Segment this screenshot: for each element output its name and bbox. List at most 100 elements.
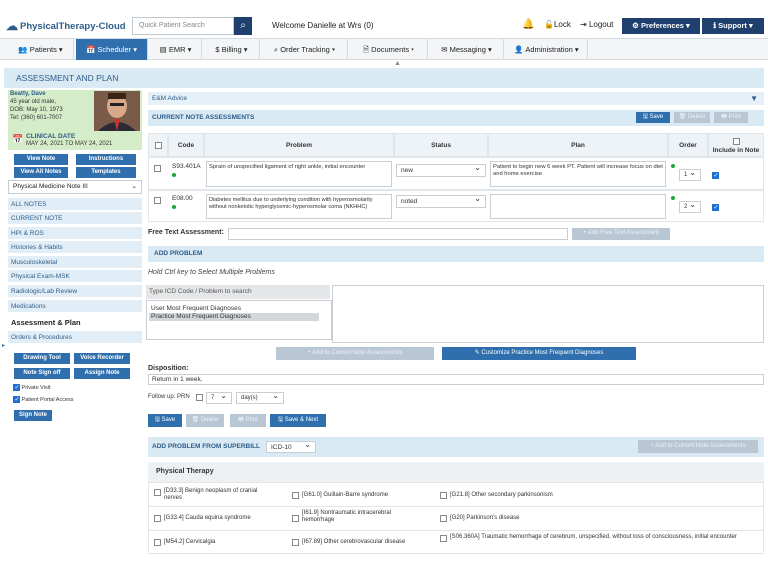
view-all-notes-button[interactable]: View All Notes [14,167,68,178]
instructions-button[interactable]: Instructions [76,154,136,165]
assessments-print-button[interactable]: 🖶 Print [714,112,748,123]
superbill-item[interactable]: [M54.2] Cervicalgia [164,539,276,546]
superbill-item-checkbox[interactable] [154,489,161,496]
row-checkbox[interactable] [154,197,161,204]
quick-patient-search-input[interactable]: Quick Patient Search [132,17,234,35]
row-order-input[interactable]: 2 [679,199,701,213]
leftnav-radiologic[interactable]: Radiologic/Lab Review [8,285,142,298]
row-plan-textarea[interactable] [490,194,666,219]
row-problem-textarea[interactable]: Diabetes mellitus due to underlying cond… [206,194,392,219]
icd-search-input[interactable]: Type ICD Code / Problem to search [146,285,330,299]
lock-button[interactable]: 🔓Lock [544,20,571,29]
view-note-button[interactable]: View Note [14,154,68,165]
customize-diagnoses-button[interactable]: ✎ Customize Practice Most Frequent Diagn… [442,347,636,360]
superbill-item-checkbox[interactable] [292,515,299,522]
assessments-save-button[interactable]: 🖫 Save [636,112,670,123]
nav-scheduler[interactable]: 📅 Scheduler ▾ [76,39,148,60]
assign-note-button[interactable]: Assign Note [74,368,130,379]
nav-documents[interactable]: 🗎 Documents ▾ [350,39,428,60]
add-to-current-note-button[interactable]: + Add to Current Note Assessments [276,347,434,360]
collapse-caret-icon[interactable]: ▲ [394,60,401,67]
leftnav-musculoskeletal[interactable]: Musculoskeletal [8,256,142,269]
note-sign-off-button[interactable]: Note Sign off [14,368,70,379]
expand-arrow-icon[interactable]: ▸ [2,342,5,349]
templates-button[interactable]: Templates [76,167,136,178]
list-item[interactable]: User Most Frequent Diagnoses [151,305,241,312]
save-button[interactable]: 🖫 Save [148,414,182,427]
patient-name[interactable]: Beatty, Dave [10,91,46,97]
row-checkbox[interactable] [154,165,161,172]
drawing-tool-button[interactable]: Drawing Tool [14,353,70,364]
list-item[interactable]: Practice Most Frequent Diagnoses [149,313,319,321]
superbill-item[interactable]: [I67.89] Other cerebrovascular disease [302,539,432,546]
follow-up-number-input[interactable]: 7 [206,390,232,404]
delete-button[interactable]: 🗑 Delete [186,414,224,427]
search-button[interactable]: ⌕ [234,17,252,35]
superbill-item-checkbox[interactable] [292,492,299,499]
private-visit-checkbox[interactable] [13,384,20,391]
leftnav-physical-exam[interactable]: Physical Exam-MSK [8,270,142,283]
row-include-checkbox[interactable] [712,172,719,179]
prn-checkbox[interactable] [196,394,203,401]
diagnosis-results-area[interactable] [332,285,764,343]
leftnav-all-notes[interactable]: ALL NOTES [8,198,142,211]
row-plan-textarea[interactable]: Patient to begin new 6 week PT. Patient … [490,161,666,187]
code-set-select[interactable]: ICD-10 [266,439,316,453]
select-all-header [148,133,168,157]
print-button[interactable]: 🖶 Print [230,414,266,427]
leftnav-hpi-ros[interactable]: HPI & ROS [8,227,142,240]
superbill-item-checkbox[interactable] [440,515,447,522]
superbill-item-checkbox[interactable] [154,539,161,546]
nav-billing[interactable]: $ Billing ▾ [204,39,260,60]
superbill-item[interactable]: [S06.360A] Traumatic hemorrhage of cereb… [450,534,750,541]
voice-recorder-button[interactable]: Voice Recorder [74,353,130,364]
superbill-item[interactable]: [I61.9] Nontraumatic intracerebral hemor… [302,510,422,524]
select-all-checkbox[interactable] [154,141,162,149]
row-order-input[interactable]: 1 [679,167,701,181]
follow-up-unit-select[interactable]: day(s) [236,390,284,404]
em-advice-bar[interactable]: E&M Advice ▼ [148,92,764,105]
row-status-select[interactable]: noted [396,193,486,208]
logout-button[interactable]: ⇥ Logout [580,20,613,29]
superbill-item-checkbox[interactable] [440,535,447,542]
leftnav-assessment-plan[interactable]: Assessment & Plan [8,316,142,330]
nav-patients[interactable]: 👥 Patients ▾ [8,39,74,60]
row-include-checkbox[interactable] [712,204,719,211]
save-next-button[interactable]: 🖫 Save & Next [270,414,326,427]
app-logo[interactable]: ☁ PhysicalTherapy-Cloud [6,19,126,33]
nav-emr[interactable]: ▤ EMR ▾ [150,39,202,60]
preferences-button[interactable]: ⚙ Preferences ▾ [622,18,700,34]
clinical-date-range: MAY 24, 2021 TO MAY 24, 2021 [26,141,113,147]
superbill-add-button[interactable]: + Add to Current Note Assessments [638,440,758,453]
leftnav-current-note[interactable]: CURRENT NOTE [8,212,142,225]
leftnav-histories[interactable]: Histories & Habits [8,241,142,254]
superbill-item[interactable]: [D33.3] Benign neoplasm of cranial nerve… [164,488,276,502]
nav-order-tracking[interactable]: ⌕ Order Tracking ▾ [262,39,348,60]
free-text-input[interactable] [228,228,568,240]
superbill-item[interactable]: [G33.4] Cauda equina syndrome [164,515,276,522]
row-problem-textarea[interactable]: Sprain of unspecified ligament of right … [206,161,392,187]
portal-access-checkbox[interactable] [13,396,20,403]
bell-icon[interactable]: 🔔 [522,19,534,30]
superbill-item[interactable]: [G21.8] Other secondary parkinsonism [450,492,750,499]
row-status-select[interactable]: new [396,162,486,177]
leftnav-orders-procedures[interactable]: Orders & Procedures [8,331,142,344]
superbill-item[interactable]: [G20] Parkinson's disease [450,515,750,522]
leftnav-medications[interactable]: Medications [8,300,142,313]
customize-label: Customize Practice Most Frequent Diagnos… [481,350,604,356]
superbill-item-checkbox[interactable] [440,492,447,499]
sign-note-button[interactable]: Sign Note [14,410,52,421]
note-template-select[interactable]: Physical Medicine Note III ⌄ [8,180,142,194]
nav-administration[interactable]: 👤 Administration ▾ [506,39,588,60]
nav-messaging[interactable]: ✉ Messaging ▾ [430,39,504,60]
disposition-input[interactable]: Return in 1 week. [148,374,764,385]
support-button[interactable]: ℹ Support ▾ [702,18,764,34]
diagnosis-listbox[interactable]: User Most Frequent Diagnoses Practice Mo… [146,300,332,340]
superbill-item-checkbox[interactable] [154,515,161,522]
superbill-item-checkbox[interactable] [292,539,299,546]
include-all-checkbox[interactable] [732,137,740,145]
superbill-item[interactable]: [G61.0] Guillain-Barre syndrome [302,492,432,499]
add-free-text-button[interactable]: + Add Free Text Assessment [572,228,670,240]
collapse-down-icon[interactable]: ▼ [750,92,758,105]
assessments-delete-button[interactable]: 🗑 Delete [674,112,710,123]
